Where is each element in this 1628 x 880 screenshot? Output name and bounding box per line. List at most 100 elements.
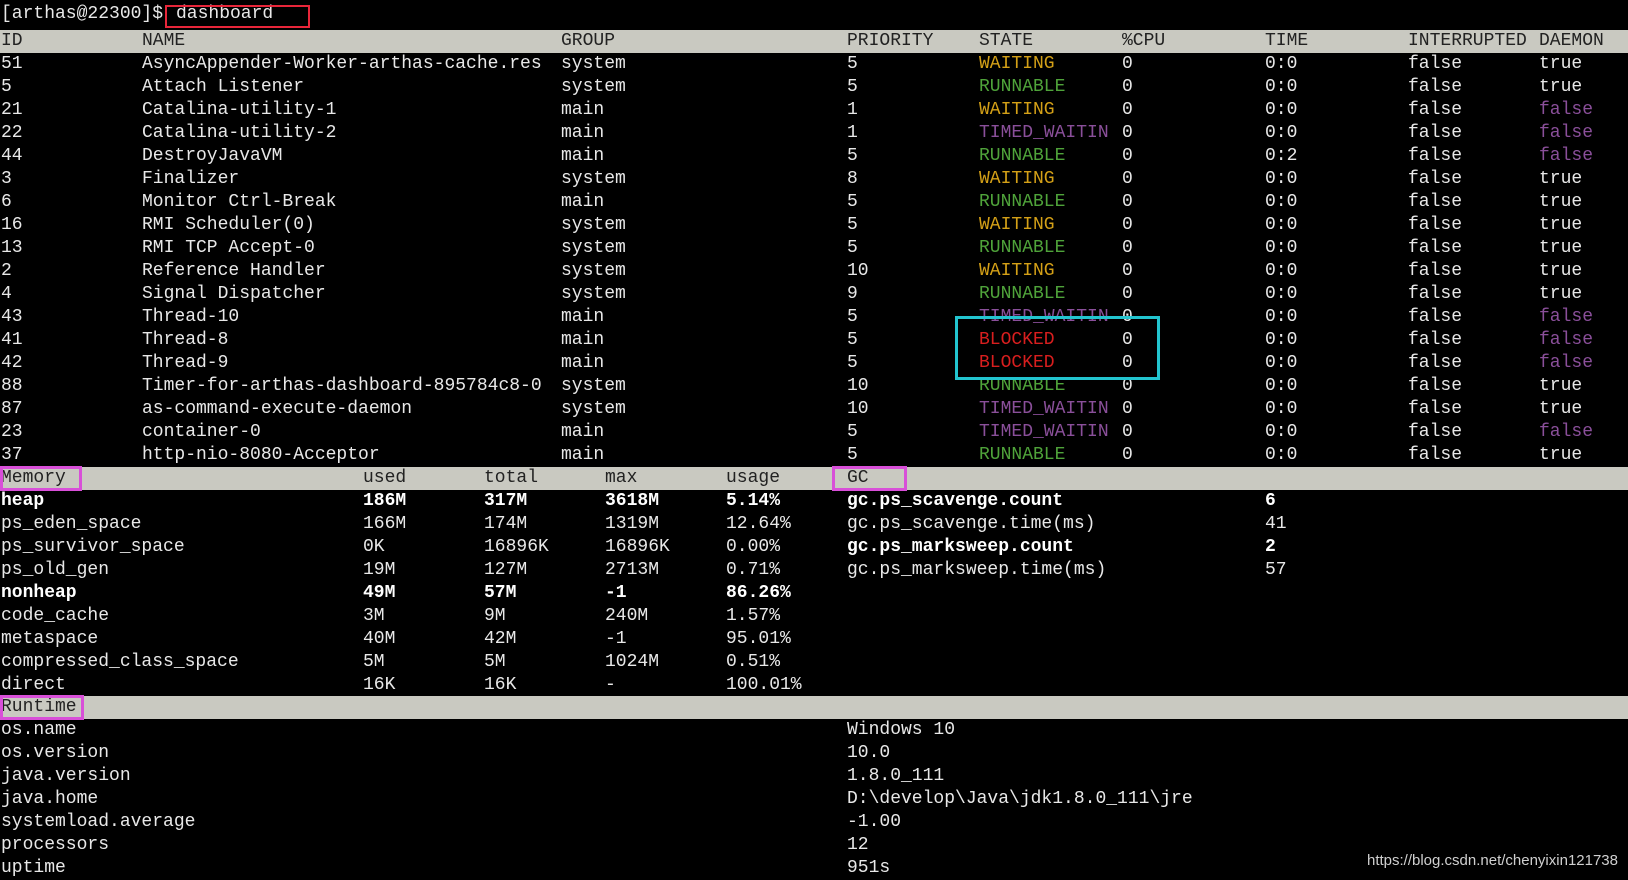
memory-header-max: max [605, 468, 638, 488]
memory-name: ps_survivor_space [1, 537, 185, 557]
runtime-value: D:\develop\Java\jdk1.8.0_111\jre [847, 789, 1193, 809]
thread-group: system [561, 54, 626, 74]
memory-total: 16896K [484, 537, 549, 557]
runtime-name: java.home [1, 789, 99, 809]
thread-cpu: 0 [1122, 77, 1133, 97]
runtime-value: -1.00 [847, 812, 902, 832]
thread-priority: 10 [847, 399, 869, 419]
thread-group: main [561, 330, 605, 350]
memory-used: 16K [363, 675, 396, 695]
memory-row: metaspace 40M 42M -1 95.01% [0, 628, 1628, 651]
runtime-value: Windows 10 [847, 720, 956, 740]
memory-usage: 12.64% [726, 514, 791, 534]
thread-priority: 5 [847, 422, 858, 442]
thread-group: system [561, 284, 626, 304]
thread-id: 41 [1, 330, 23, 350]
thread-priority: 5 [847, 353, 858, 373]
runtime-name: os.version [1, 743, 110, 763]
memory-header-used: used [363, 468, 407, 488]
thread-row: 22 Catalina-utility-2 main 1 TIMED_WAITIN 0 0:… [0, 122, 1628, 145]
thread-time: 0:0 [1265, 330, 1298, 350]
memory-usage: 100.01% [726, 675, 802, 695]
thread-group: main [561, 307, 605, 327]
thread-group: main [561, 422, 605, 442]
thread-daemon: false [1539, 353, 1594, 373]
prompt-line: [arthas@22300]$ dashboard [0, 3, 1628, 26]
thread-id: 5 [1, 77, 12, 97]
thread-interrupted: false [1408, 100, 1463, 120]
runtime-value: 1.8.0_111 [847, 766, 945, 786]
memory-used: 40M [363, 629, 396, 649]
thread-interrupted: false [1408, 353, 1463, 373]
thread-row: 37 http-nio-8080-Acceptor main 5 RUNNABLE 0 0:… [0, 444, 1628, 467]
thread-priority: 5 [847, 330, 858, 350]
runtime-name: uptime [1, 858, 66, 878]
thread-priority: 5 [847, 215, 858, 235]
memory-max: 3618M [605, 491, 660, 511]
memory-usage: 0.51% [726, 652, 781, 672]
memory-header-usage: usage [726, 468, 781, 488]
header-group: GROUP [561, 31, 616, 51]
thread-time: 0:0 [1265, 54, 1298, 74]
thread-time: 0:0 [1265, 123, 1298, 143]
thread-name: RMI Scheduler(0) [142, 215, 315, 235]
thread-priority: 5 [847, 146, 858, 166]
memory-max: 1319M [605, 514, 660, 534]
memory-name: ps_old_gen [1, 560, 110, 580]
thread-priority: 5 [847, 192, 858, 212]
runtime-value: 10.0 [847, 743, 891, 763]
thread-row: 2 Reference Handler system 10 WAITING 0 0:0 fal… [0, 260, 1628, 283]
thread-priority: 8 [847, 169, 858, 189]
thread-id: 6 [1, 192, 12, 212]
thread-row: 43 Thread-10 main 5 TIMED_WAITIN 0 0:0 false fal… [0, 306, 1628, 329]
gc-value: 6 [1265, 491, 1276, 511]
thread-priority: 1 [847, 123, 858, 143]
runtime-name: os.name [1, 720, 77, 740]
memory-used: 3M [363, 606, 385, 626]
thread-id: 2 [1, 261, 12, 281]
thread-row: 87 as-command-execute-daemon system 10 TIMED… [0, 398, 1628, 421]
thread-interrupted: false [1408, 192, 1463, 212]
thread-daemon: true [1539, 192, 1583, 212]
memory-total: 57M [484, 583, 517, 603]
runtime-row: java.version 1.8.0_111 [0, 765, 1628, 788]
thread-priority: 10 [847, 376, 869, 396]
command-text[interactable]: dashboard [176, 3, 273, 26]
thread-time: 0:2 [1265, 146, 1298, 166]
thread-id: 42 [1, 353, 23, 373]
memory-usage: 0.71% [726, 560, 781, 580]
thread-row: 5 Attach Listener system 5 RUNNABLE 0 0:0 false… [0, 76, 1628, 99]
thread-cpu: 0 [1122, 376, 1133, 396]
memory-row: direct 16K 16K - 100.01% [0, 674, 1628, 697]
header-name: NAME [142, 31, 186, 51]
thread-priority: 10 [847, 261, 869, 281]
thread-id: 23 [1, 422, 23, 442]
thread-cpu: 0 [1122, 169, 1133, 189]
thread-daemon: false [1539, 146, 1594, 166]
thread-interrupted: false [1408, 445, 1463, 465]
thread-name: http-nio-8080-Acceptor [142, 445, 380, 465]
thread-state: TIMED_WAITIN [979, 307, 1109, 327]
header-id: ID [1, 31, 23, 51]
memory-max: - [605, 675, 616, 695]
thread-id: 22 [1, 123, 23, 143]
thread-daemon: true [1539, 215, 1583, 235]
thread-name: Catalina-utility-2 [142, 123, 337, 143]
thread-state: BLOCKED [979, 330, 1055, 350]
gc-name: gc.ps_marksweep.time(ms) [847, 560, 1107, 580]
memory-row: compressed_class_space 5M 5M 1024M 0.51% [0, 651, 1628, 674]
thread-cpu: 0 [1122, 192, 1133, 212]
memory-row: heap 186M 317M 3618M 5.14% [0, 490, 1628, 513]
thread-cpu: 0 [1122, 330, 1133, 350]
thread-priority: 5 [847, 54, 858, 74]
thread-daemon: true [1539, 399, 1583, 419]
gc-header-title: GC [847, 468, 869, 488]
memory-usage: 95.01% [726, 629, 791, 649]
thread-id: 88 [1, 376, 23, 396]
thread-time: 0:0 [1265, 77, 1298, 97]
thread-cpu: 0 [1122, 445, 1133, 465]
memory-total: 9M [484, 606, 506, 626]
runtime-value: 951s [847, 858, 891, 878]
thread-state: RUNNABLE [979, 192, 1066, 212]
thread-daemon: false [1539, 330, 1594, 350]
